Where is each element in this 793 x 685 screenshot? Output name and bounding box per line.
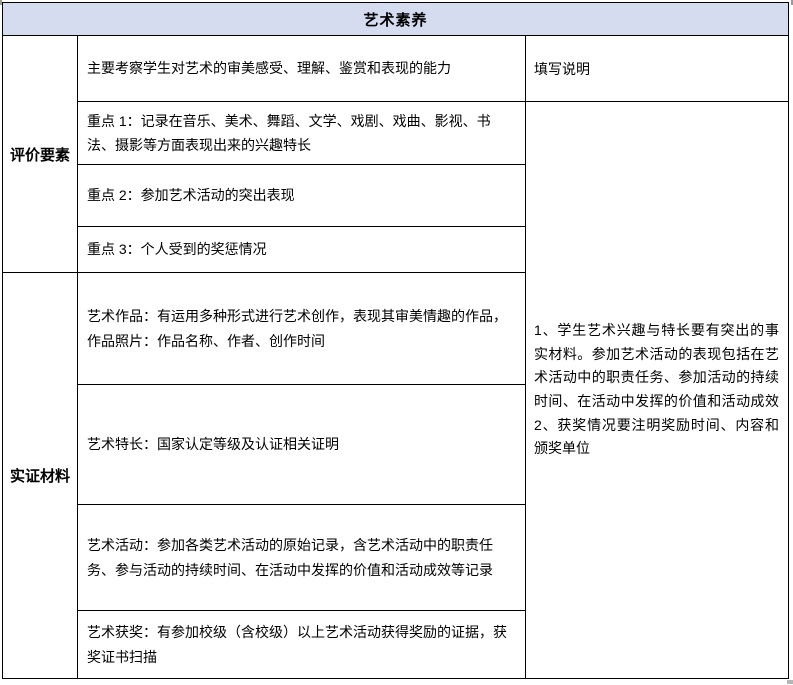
cell-focus-1: 重点 1：记录在音乐、美术、舞蹈、文学、戏剧、戏曲、影视、书法、摄影等方面表现出… <box>78 102 525 165</box>
cell-art-activities: 艺术活动：参加各类艺术活动的原始记录，含艺术活动中的职责任务、参与活动的持续时间… <box>78 505 525 611</box>
column-notes: 填写说明 1、学生艺术兴趣与特长要有突出的事实材料。参加艺术活动的表现包括在艺术… <box>526 36 788 678</box>
cell-focus-3: 重点 3：个人受到的奖惩情况 <box>78 227 525 273</box>
table-body: 评价要素 实证材料 主要考察学生对艺术的审美感受、理解、鉴赏和表现的能力 重点 … <box>3 36 788 678</box>
column-section-labels: 评价要素 实证材料 <box>3 36 78 678</box>
table-title: 艺术素养 <box>3 3 788 36</box>
cell-overview: 主要考察学生对艺术的审美感受、理解、鉴赏和表现的能力 <box>78 36 525 102</box>
art-literacy-table: 艺术素养 评价要素 实证材料 主要考察学生对艺术的审美感受、理解、鉴赏和表现的能… <box>2 2 789 679</box>
section-label-evidence-materials: 实证材料 <box>3 273 77 678</box>
cell-art-specialty: 艺术特长：国家认定等级及认证相关证明 <box>78 385 525 505</box>
table-corner-handle-top-left <box>0 0 2 5</box>
column-descriptions: 主要考察学生对艺术的审美感受、理解、鉴赏和表现的能力 重点 1：记录在音乐、美术… <box>78 36 526 678</box>
cell-art-works: 艺术作品：有运用多种形式进行艺术创作，表现其审美情趣的作品，作品照片：作品名称、… <box>78 273 525 385</box>
notes-header: 填写说明 <box>526 36 788 102</box>
page: 艺术素养 评价要素 实证材料 主要考察学生对艺术的审美感受、理解、鉴赏和表现的能… <box>0 0 793 685</box>
cell-focus-2: 重点 2：参加艺术活动的突出表现 <box>78 165 525 227</box>
section-label-evaluation-elements: 评价要素 <box>3 36 77 273</box>
cell-art-awards: 艺术获奖：有参加校级（含校级）以上艺术活动获得奖励的证据，获奖证书扫描 <box>78 611 525 678</box>
notes-text: 1、学生艺术兴趣与特长要有突出的事实材料。参加艺术活动的表现包括在艺术活动中的职… <box>526 102 788 678</box>
table-corner-handle-bottom-right <box>787 680 793 684</box>
